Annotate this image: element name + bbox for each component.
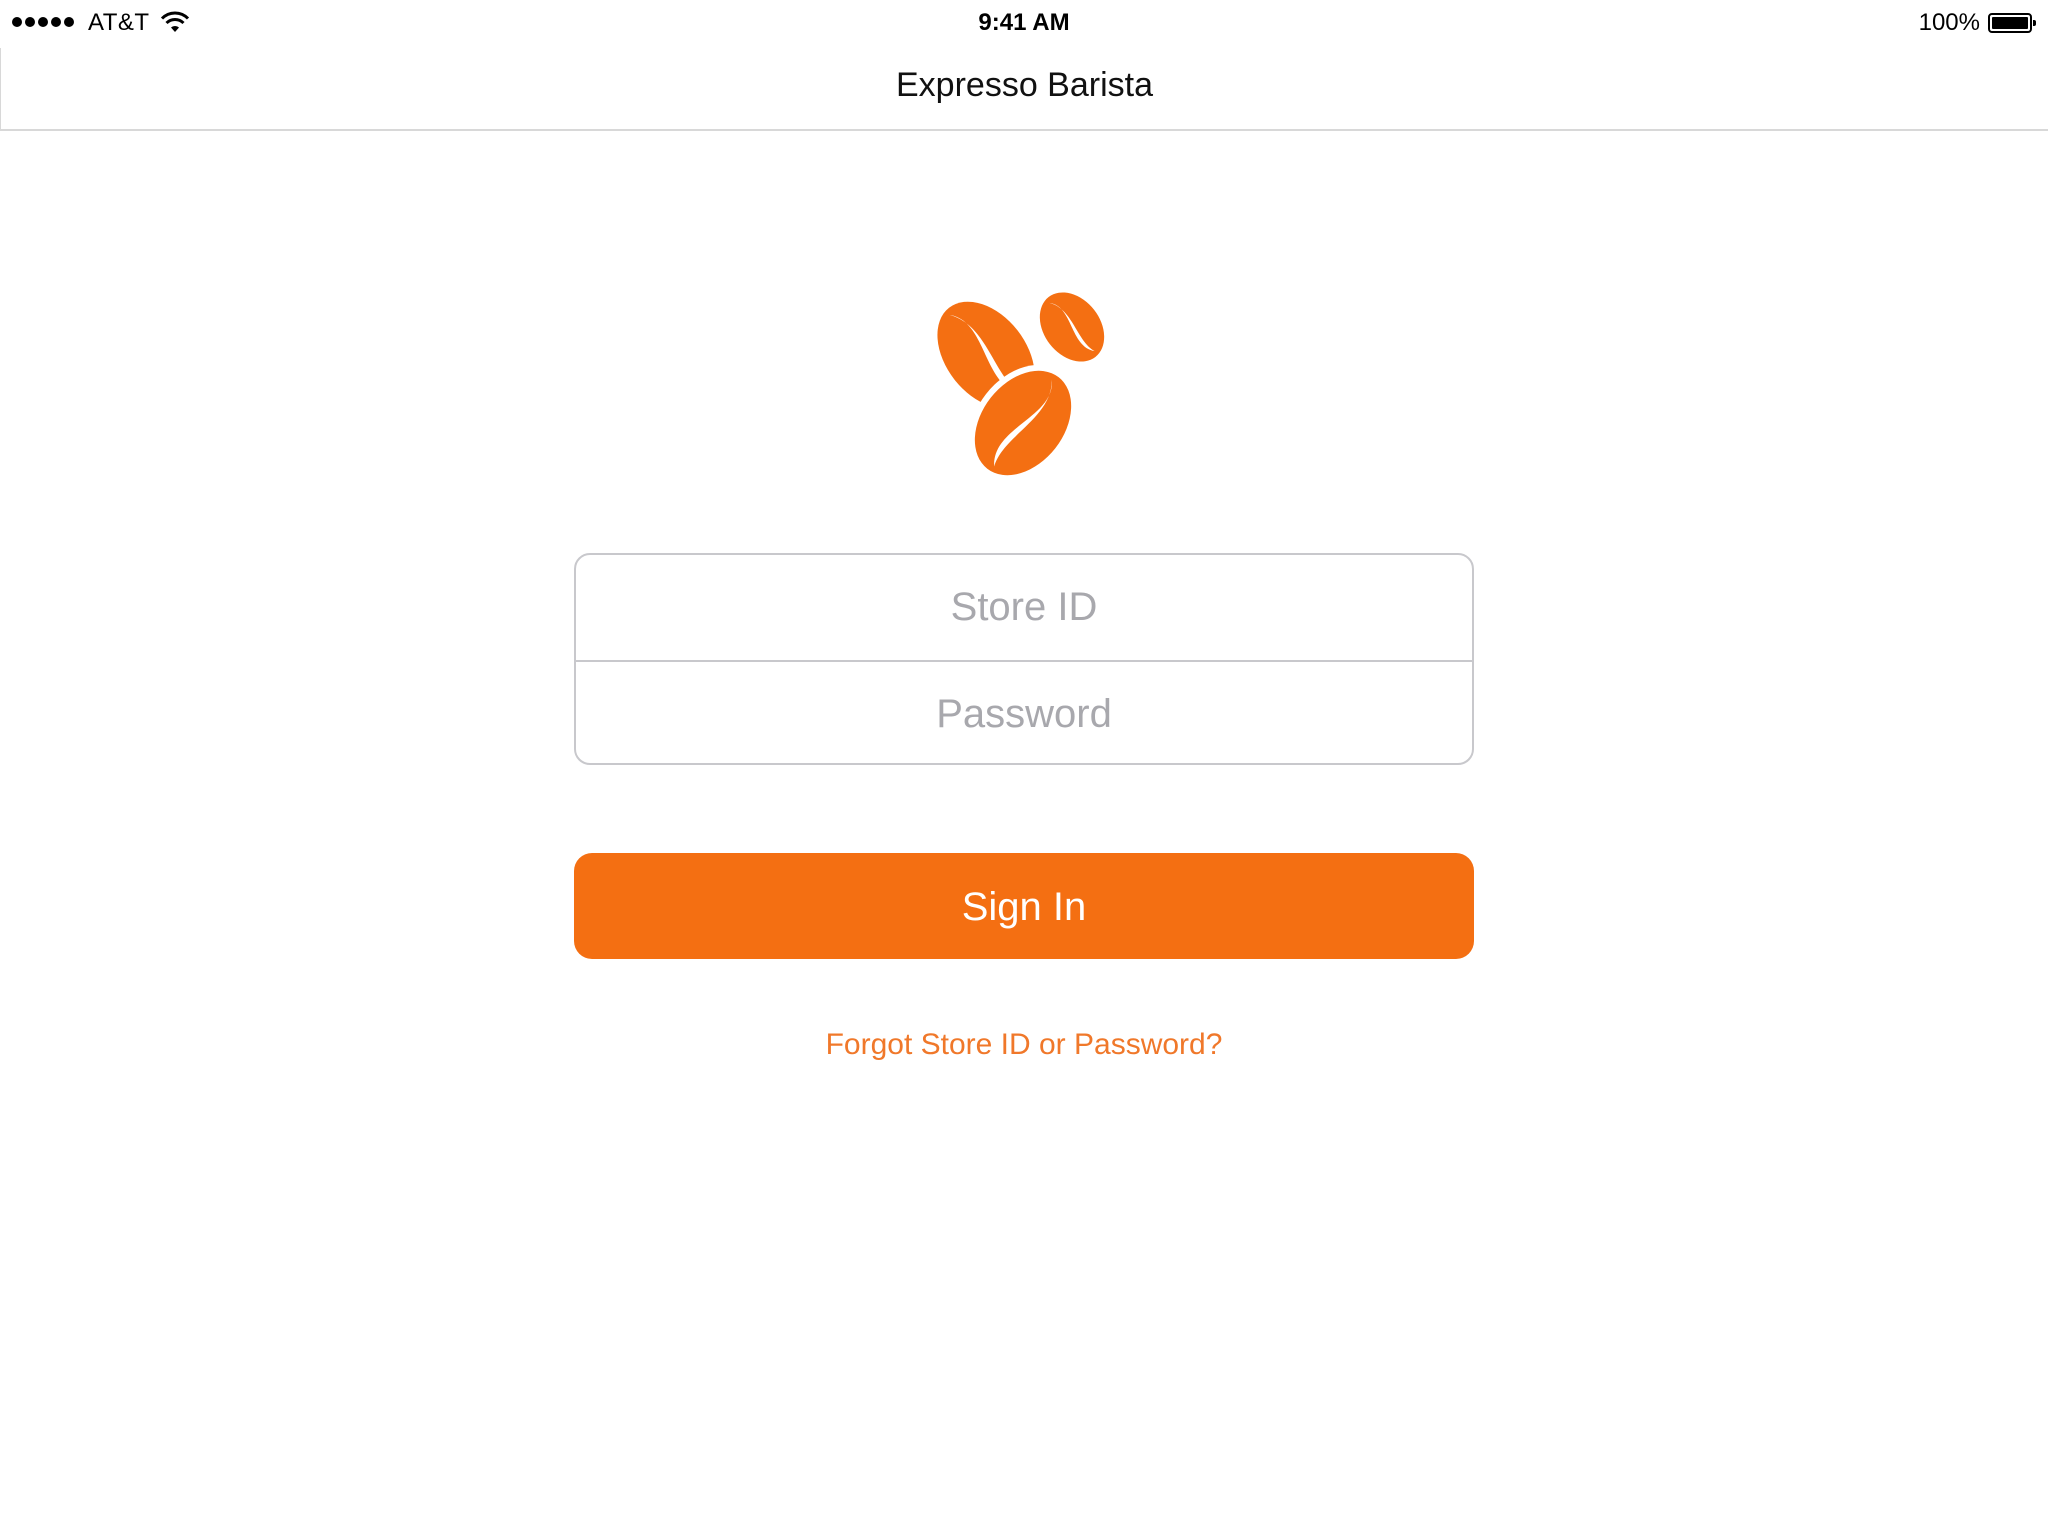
battery-icon: [1988, 13, 2036, 33]
status-bar: AT&T 9:41 AM 100%: [0, 0, 2048, 48]
coffee-beans-icon: [928, 285, 1118, 485]
login-form: [574, 553, 1474, 765]
login-screen: AT&T 9:41 AM 100% Expresso Barista Store…: [0, 0, 2048, 1536]
battery-percent: 100%: [1918, 9, 1980, 36]
navigation-bar: Expresso Barista: [0, 48, 2048, 131]
password-field[interactable]: [576, 662, 1472, 763]
battery-fill: [1992, 17, 2028, 29]
page-title: Expresso Barista: [896, 66, 1153, 104]
sign-in-button[interactable]: Sign In: [574, 853, 1474, 959]
store-id-field[interactable]: [576, 555, 1472, 660]
forgot-credentials-link[interactable]: Forgot Store ID or Password?: [0, 1028, 2048, 1062]
status-time: 9:41 AM: [978, 9, 1070, 36]
